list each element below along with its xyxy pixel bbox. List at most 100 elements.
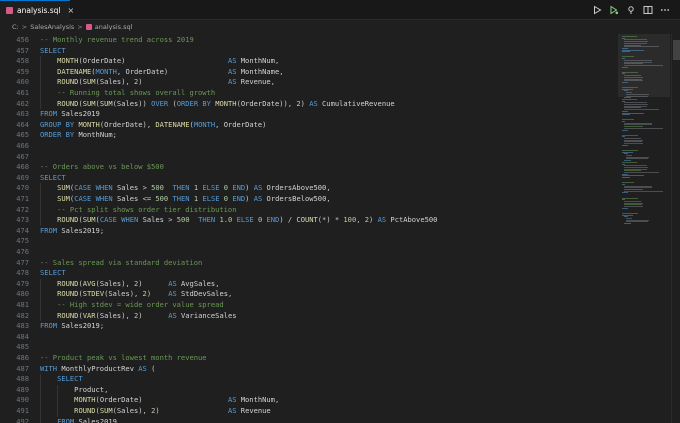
code-line[interactable]: 481 -- High stdev = wide order value spr… bbox=[0, 300, 612, 311]
code-text: SUM(CASE WHEN Sales <= 500 THEN 1 ELSE 0… bbox=[57, 194, 331, 203]
split-editor-icon[interactable] bbox=[643, 5, 653, 15]
minimap-line bbox=[622, 114, 630, 116]
code-line[interactable]: 484 bbox=[0, 332, 612, 343]
editor-actions bbox=[592, 4, 670, 16]
code-line[interactable]: 467 bbox=[0, 152, 612, 163]
code-line[interactable]: 479 ROUND(AVG(Sales), 2) AS AvgSales, bbox=[0, 279, 612, 290]
code-text: MONTH(OrderDate) AS MonthNum, bbox=[57, 56, 280, 66]
code-line[interactable]: 464 GROUP BY MONTH(OrderDate), DATENAME(M… bbox=[0, 120, 612, 131]
indent-guide bbox=[40, 374, 41, 423]
line-number: 466 bbox=[16, 141, 29, 150]
code-line[interactable]: 469 SELECT bbox=[0, 173, 612, 184]
line-number: 484 bbox=[16, 331, 29, 341]
code-text: SELECT bbox=[40, 45, 66, 55]
close-icon[interactable]: × bbox=[68, 6, 75, 15]
code-line[interactable]: 474 FROM Sales2019; bbox=[0, 226, 612, 237]
line-number: 487 bbox=[16, 363, 29, 373]
code-line[interactable]: 483 FROM Sales2019; bbox=[0, 321, 612, 332]
code-line[interactable]: 458 MONTH(OrderDate) AS MonthNum, bbox=[0, 56, 612, 67]
code-line[interactable]: 486 -- Product peak vs lowest month reven… bbox=[0, 353, 612, 364]
minimap[interactable] bbox=[618, 34, 670, 423]
line-number: 480 bbox=[16, 289, 29, 299]
scrollbar-thumb[interactable] bbox=[673, 40, 680, 60]
line-number: 478 bbox=[16, 268, 29, 278]
code-line[interactable]: 462 ROUND(SUM(SUM(Sales)) OVER (ORDER BY… bbox=[0, 99, 612, 110]
code-line[interactable]: 492 FROM Sales2019 bbox=[0, 417, 612, 423]
code-text: GROUP BY MONTH(OrderDate), DATENAME(MONT… bbox=[40, 119, 267, 129]
code-text: ROUND(AVG(Sales), 2) AS AvgSales, bbox=[57, 278, 220, 288]
tab-analysis-sql[interactable]: analysis.sql × bbox=[0, 0, 74, 20]
minimap-line bbox=[622, 66, 629, 68]
code-line[interactable]: 468 -- Orders above vs below $500 bbox=[0, 162, 612, 173]
code-editor[interactable]: 456 -- Monthly revenue trend across 2019 4… bbox=[0, 34, 680, 423]
minimap-line bbox=[622, 192, 629, 194]
line-number: 470 bbox=[16, 183, 29, 193]
breadcrumb-file[interactable]: analysis.sql bbox=[85, 23, 132, 31]
line-number: 473 bbox=[16, 215, 29, 225]
breadcrumb-folder[interactable]: SalesAnalysis bbox=[30, 23, 74, 31]
line-number: 475 bbox=[16, 236, 29, 246]
code-line[interactable]: 480 ROUND(STDEV(Sales), 2) AS StdDevSale… bbox=[0, 289, 612, 300]
code-text: MONTH(OrderDate) AS MonthNum, bbox=[74, 395, 280, 405]
line-number: 457 bbox=[16, 45, 29, 55]
code-line[interactable]: 457 SELECT bbox=[0, 46, 612, 57]
code-line[interactable]: 475 bbox=[0, 236, 612, 247]
indent-guide bbox=[40, 183, 41, 226]
code-line[interactable]: 476 bbox=[0, 247, 612, 258]
line-number: 491 bbox=[16, 406, 29, 415]
code-text: SELECT bbox=[57, 374, 83, 384]
more-actions-icon[interactable] bbox=[660, 5, 670, 15]
code-line[interactable]: 488 SELECT bbox=[0, 374, 612, 385]
run-debug-icon[interactable] bbox=[609, 5, 619, 15]
code-line[interactable]: 487 WITH MonthlyProductRev AS ( bbox=[0, 364, 612, 375]
line-number: 492 bbox=[16, 416, 29, 423]
code-line[interactable]: 465 ORDER BY MonthNum; bbox=[0, 130, 612, 141]
code-text: SELECT bbox=[40, 268, 66, 278]
code-line[interactable]: 491 ROUND(SUM(Sales), 2) AS Revenue bbox=[0, 406, 612, 417]
minimap-line bbox=[622, 81, 629, 83]
indent-guide bbox=[40, 278, 41, 322]
line-number: 469 bbox=[16, 172, 29, 182]
code-line[interactable]: 466 bbox=[0, 141, 612, 152]
code-line[interactable]: 463 FROM Sales2019 bbox=[0, 109, 612, 120]
line-number: 465 bbox=[16, 130, 29, 140]
line-number: 471 bbox=[16, 194, 29, 203]
code-line[interactable]: 456 -- Monthly revenue trend across 2019 bbox=[0, 35, 612, 46]
vertical-scrollbar[interactable] bbox=[671, 34, 680, 423]
code-line[interactable]: 489 Product, bbox=[0, 385, 612, 396]
line-number: 485 bbox=[16, 342, 29, 352]
code-text: -- Orders above vs below $500 bbox=[40, 162, 164, 172]
code-text: -- Sales spread via standard deviation bbox=[40, 257, 203, 267]
sql-file-icon bbox=[6, 7, 13, 14]
code-line[interactable]: 470 SUM(CASE WHEN Sales > 500 THEN 1 ELS… bbox=[0, 183, 612, 194]
code-line[interactable]: 459 DATENAME(MONTH, OrderDate) AS MonthN… bbox=[0, 67, 612, 78]
breadcrumb-drive[interactable]: C: bbox=[12, 23, 19, 31]
code-text: -- Running total shows overall growth bbox=[57, 88, 216, 97]
line-number: 456 bbox=[16, 35, 29, 44]
line-number: 486 bbox=[16, 353, 29, 362]
code-line[interactable]: 490 MONTH(OrderDate) AS MonthNum, bbox=[0, 395, 612, 406]
code-text: -- High stdev = wide order value spread bbox=[57, 300, 224, 309]
code-line[interactable]: 477 -- Sales spread via standard deviatio… bbox=[0, 258, 612, 269]
code-line[interactable]: 485 bbox=[0, 342, 612, 353]
line-number: 482 bbox=[16, 310, 29, 320]
code-line[interactable]: 461 -- Running total shows overall growt… bbox=[0, 88, 612, 99]
line-number: 458 bbox=[16, 56, 29, 66]
line-number: 460 bbox=[16, 77, 29, 87]
minimap-line bbox=[622, 177, 630, 179]
line-number: 483 bbox=[16, 321, 29, 331]
code-line[interactable]: 471 SUM(CASE WHEN Sales <= 500 THEN 1 EL… bbox=[0, 194, 612, 205]
code-line[interactable]: 482 ROUND(VAR(Sales), 2) AS VarianceSale… bbox=[0, 311, 612, 322]
code-line[interactable]: 473 ROUND(SUM(CASE WHEN Sales > 500 THEN… bbox=[0, 215, 612, 226]
minimap-line bbox=[623, 172, 659, 173]
code-line[interactable]: 460 ROUND(SUM(Sales), 2) AS Revenue, bbox=[0, 77, 612, 88]
line-number: 461 bbox=[16, 88, 29, 97]
line-number: 490 bbox=[16, 395, 29, 405]
code-line[interactable]: 472 -- Pct split shows order tier distri… bbox=[0, 205, 612, 216]
line-number: 479 bbox=[16, 278, 29, 288]
pin-icon[interactable] bbox=[626, 5, 636, 15]
code-line[interactable]: 478 SELECT bbox=[0, 268, 612, 279]
indent-guide bbox=[40, 56, 41, 110]
minimap-line bbox=[622, 207, 629, 209]
run-icon[interactable] bbox=[592, 5, 602, 15]
